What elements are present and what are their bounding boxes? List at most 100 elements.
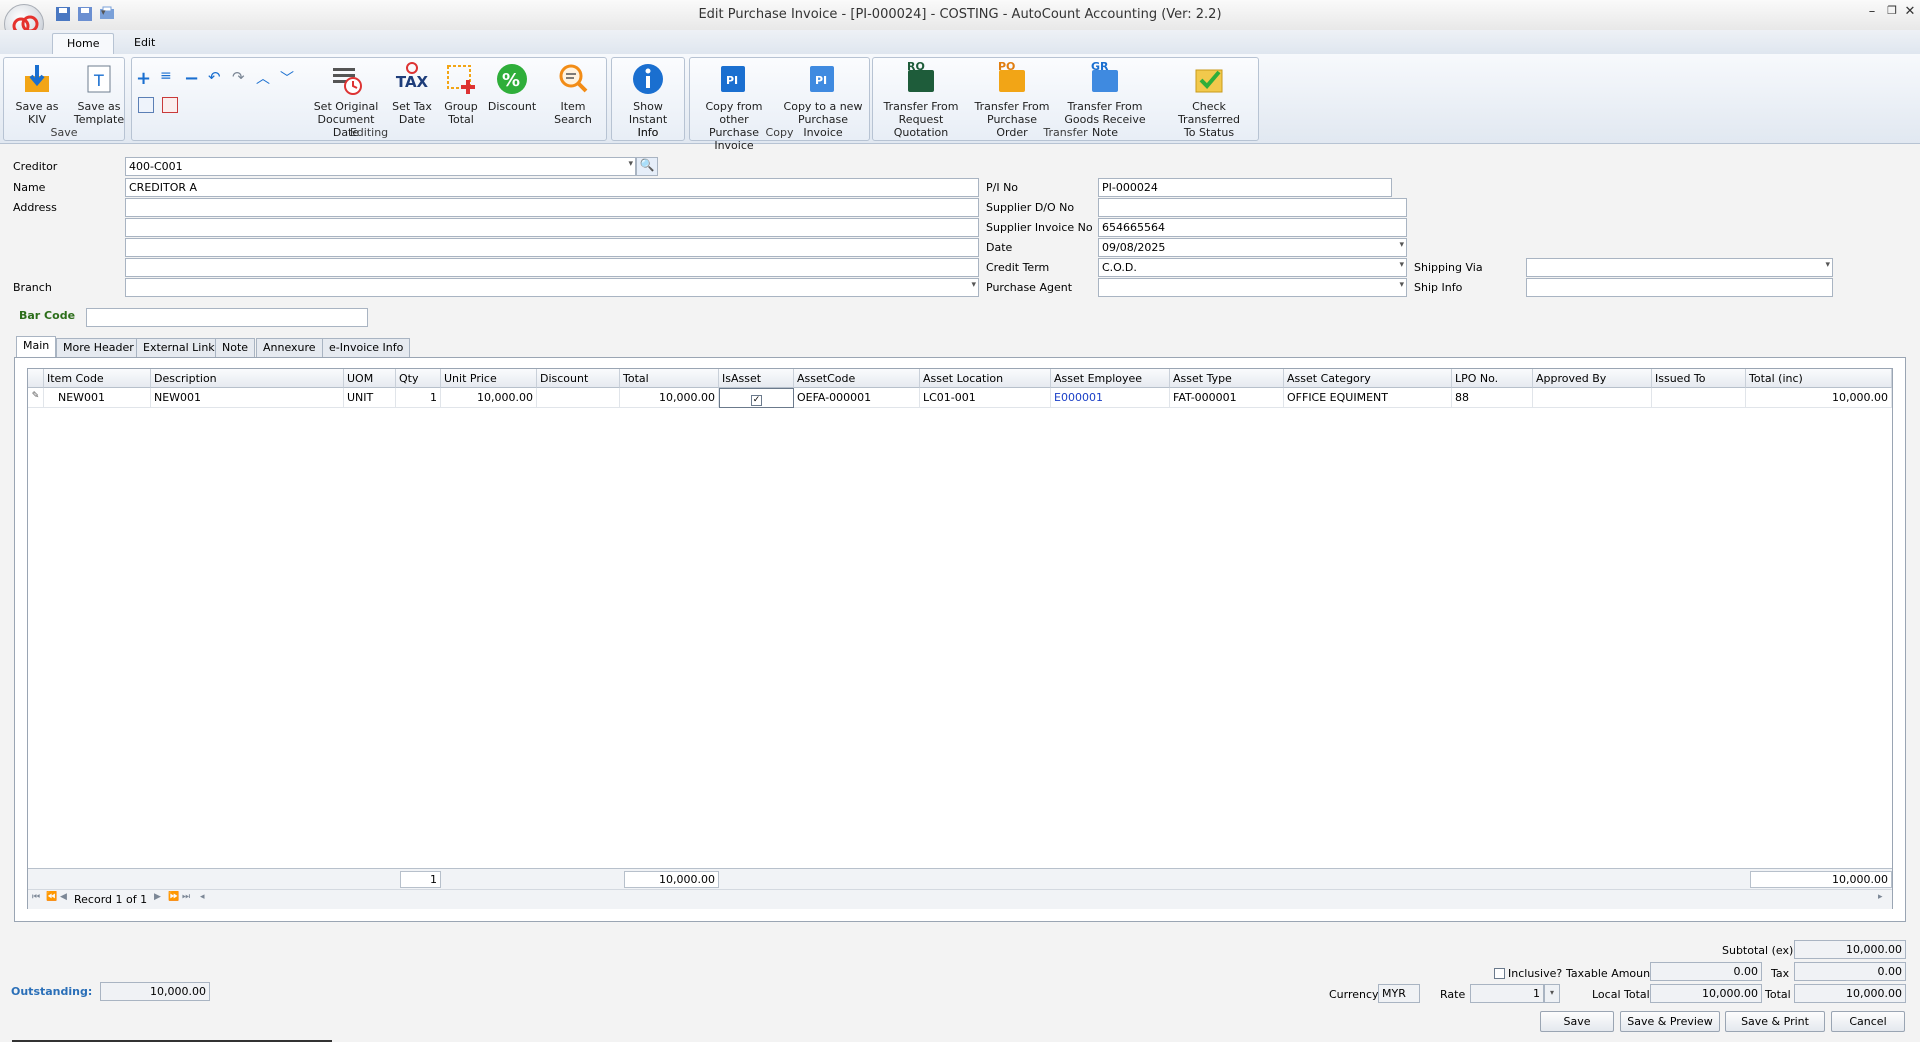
rate-spinner-icon[interactable]: ▾ (1544, 984, 1560, 1003)
cell-uom[interactable]: UNIT (344, 388, 396, 408)
branch-select[interactable]: ▾ (125, 278, 979, 297)
col-asset-type[interactable]: Asset Type (1170, 369, 1284, 388)
tab-e-invoice-info[interactable]: e-Invoice Info (322, 338, 411, 357)
creditor-search-icon[interactable]: 🔍 (636, 157, 658, 176)
set-tax-date-button[interactable]: TAX Set Tax Date (390, 60, 434, 126)
cell-lpo-no[interactable]: 88 (1452, 388, 1533, 408)
col-asset-employee[interactable]: Asset Employee (1051, 369, 1170, 388)
col-issued-to[interactable]: Issued To (1652, 369, 1746, 388)
chevron-down-icon[interactable]: ▾ (628, 159, 633, 169)
next-page-icon[interactable]: ⏩ (168, 892, 179, 902)
prev-page-icon[interactable]: ⏪ (46, 892, 57, 902)
transfer-from-po-button[interactable]: PO Transfer From Purchase Order (971, 60, 1053, 139)
cell-approved-by[interactable] (1533, 388, 1652, 408)
cell-unit-price[interactable]: 10,000.00 (441, 388, 537, 408)
ship-info-field[interactable] (1526, 278, 1833, 297)
tab-external-link[interactable]: External Link (136, 338, 222, 357)
address-line-3[interactable] (125, 238, 979, 257)
inclusive-checkbox[interactable] (1494, 968, 1505, 979)
cell-is-asset[interactable]: ✓ (719, 388, 794, 408)
cell-discount[interactable] (537, 388, 620, 408)
add-row-icon[interactable]: + (136, 68, 154, 89)
cell-total[interactable]: 10,000.00 (620, 388, 719, 408)
cell-issued-to[interactable] (1652, 388, 1746, 408)
col-approved-by[interactable]: Approved By (1533, 369, 1652, 388)
supplier-do-field[interactable] (1098, 198, 1407, 217)
tab-more-header[interactable]: More Header (56, 338, 141, 357)
col-description[interactable]: Description (151, 369, 344, 388)
group-total-button[interactable]: Group Total (438, 60, 484, 126)
transfer-from-rq-button[interactable]: RQ Transfer From Request Quotation (873, 60, 969, 139)
copy-from-other-pi-button[interactable]: PI Copy from other Purchase Invoice (690, 60, 778, 152)
scroll-right-icon[interactable]: ▸ (1878, 892, 1883, 902)
item-search-button[interactable]: Item Search (540, 60, 606, 126)
bar-code-input[interactable] (86, 308, 368, 327)
is-asset-checkbox[interactable]: ✓ (751, 395, 762, 406)
check-transferred-status-button[interactable]: Check Transferred To Status (1160, 60, 1258, 139)
cell-asset-code[interactable]: OEFA-000001 (794, 388, 920, 408)
name-field[interactable]: CREDITOR A (125, 178, 979, 197)
save-as-kiv-button[interactable]: Save as KIV (6, 60, 68, 126)
prev-record-icon[interactable]: ◀ (60, 892, 67, 902)
minimize-icon[interactable]: – (1862, 4, 1882, 22)
credit-term-select[interactable]: C.O.D. ▾ (1098, 258, 1407, 277)
tab-edit[interactable]: Edit (120, 33, 169, 54)
col-unit-price[interactable]: Unit Price (441, 369, 537, 388)
address-line-2[interactable] (125, 218, 979, 237)
rate-value[interactable]: 1 (1470, 984, 1544, 1003)
chevron-down-icon[interactable]: ▾ (1825, 260, 1830, 270)
cell-asset-category[interactable]: OFFICE EQUIMENT (1284, 388, 1452, 408)
cell-total-inc[interactable]: 10,000.00 (1746, 388, 1892, 408)
save-print-button[interactable]: Save & Print (1725, 1011, 1825, 1032)
col-uom[interactable]: UOM (344, 369, 396, 388)
select-rows-icon[interactable] (138, 97, 154, 113)
col-asset-code[interactable]: AssetCode (794, 369, 920, 388)
col-total-inc[interactable]: Total (inc) (1746, 369, 1892, 388)
remove-row-icon[interactable]: − (184, 68, 202, 89)
next-record-icon[interactable]: ▶ (154, 892, 161, 902)
insert-row-icon[interactable]: ≡ (160, 68, 178, 86)
copy-to-new-pi-button[interactable]: PI Copy to a new Purchase Invoice (780, 60, 866, 139)
quick-save-icon[interactable] (55, 6, 71, 22)
cell-description[interactable]: NEW001 (151, 388, 344, 408)
cell-asset-location[interactable]: LC01-001 (920, 388, 1051, 408)
redo-icon[interactable]: ↷ (232, 68, 250, 86)
col-qty[interactable]: Qty (396, 369, 441, 388)
date-field[interactable]: 09/08/2025 ▾ (1098, 238, 1407, 257)
tab-home[interactable]: Home (52, 33, 115, 54)
move-down-icon[interactable]: ﹀ (280, 68, 298, 87)
creditor-field[interactable]: 400-C001 ▾ (125, 157, 636, 176)
discount-button[interactable]: % Discount (486, 60, 538, 126)
col-asset-category[interactable]: Asset Category (1284, 369, 1452, 388)
address-line-1[interactable] (125, 198, 979, 217)
tab-main[interactable]: Main (16, 336, 57, 357)
col-discount[interactable]: Discount (537, 369, 620, 388)
set-original-date-button[interactable]: Set Original Document Date (304, 60, 388, 139)
cell-asset-type[interactable]: FAT-000001 (1170, 388, 1284, 408)
col-item-code[interactable]: Item Code (44, 369, 151, 388)
chevron-down-icon[interactable]: ▾ (1399, 240, 1404, 250)
shipping-via-select[interactable]: ▾ (1526, 258, 1833, 277)
cancel-button[interactable]: Cancel (1831, 1011, 1905, 1032)
col-asset-location[interactable]: Asset Location (920, 369, 1051, 388)
tab-annexure[interactable]: Annexure (256, 338, 323, 357)
row-edit-icon[interactable]: ✎ (28, 388, 44, 408)
col-is-asset[interactable]: IsAsset (719, 369, 794, 388)
save-as-template-button[interactable]: T Save as Template (70, 60, 128, 126)
show-instant-info-button[interactable]: Show Instant Info (613, 60, 683, 139)
save-button[interactable]: Save (1540, 1011, 1614, 1032)
quick-save-new-icon[interactable] (77, 6, 93, 22)
cell-qty[interactable]: 1 (396, 388, 441, 408)
address-line-4[interactable] (125, 258, 979, 277)
item-list-icon[interactable] (162, 97, 178, 113)
chevron-down-icon[interactable]: ▾ (1399, 280, 1404, 290)
chevron-down-icon[interactable]: ▾ (971, 280, 976, 290)
tab-note[interactable]: Note (215, 338, 256, 357)
cell-item-code[interactable]: NEW001 (44, 388, 151, 408)
undo-icon[interactable]: ↶ (208, 68, 226, 86)
close-icon[interactable]: ✕ (1900, 4, 1920, 22)
qat-dropdown-icon[interactable]: ▾ (101, 8, 106, 18)
move-up-icon[interactable]: ︿ (256, 68, 274, 87)
transfer-from-grn-button[interactable]: GR Transfer From Goods Receive Note (1054, 60, 1156, 139)
last-record-icon[interactable]: ⏭ (182, 892, 190, 902)
